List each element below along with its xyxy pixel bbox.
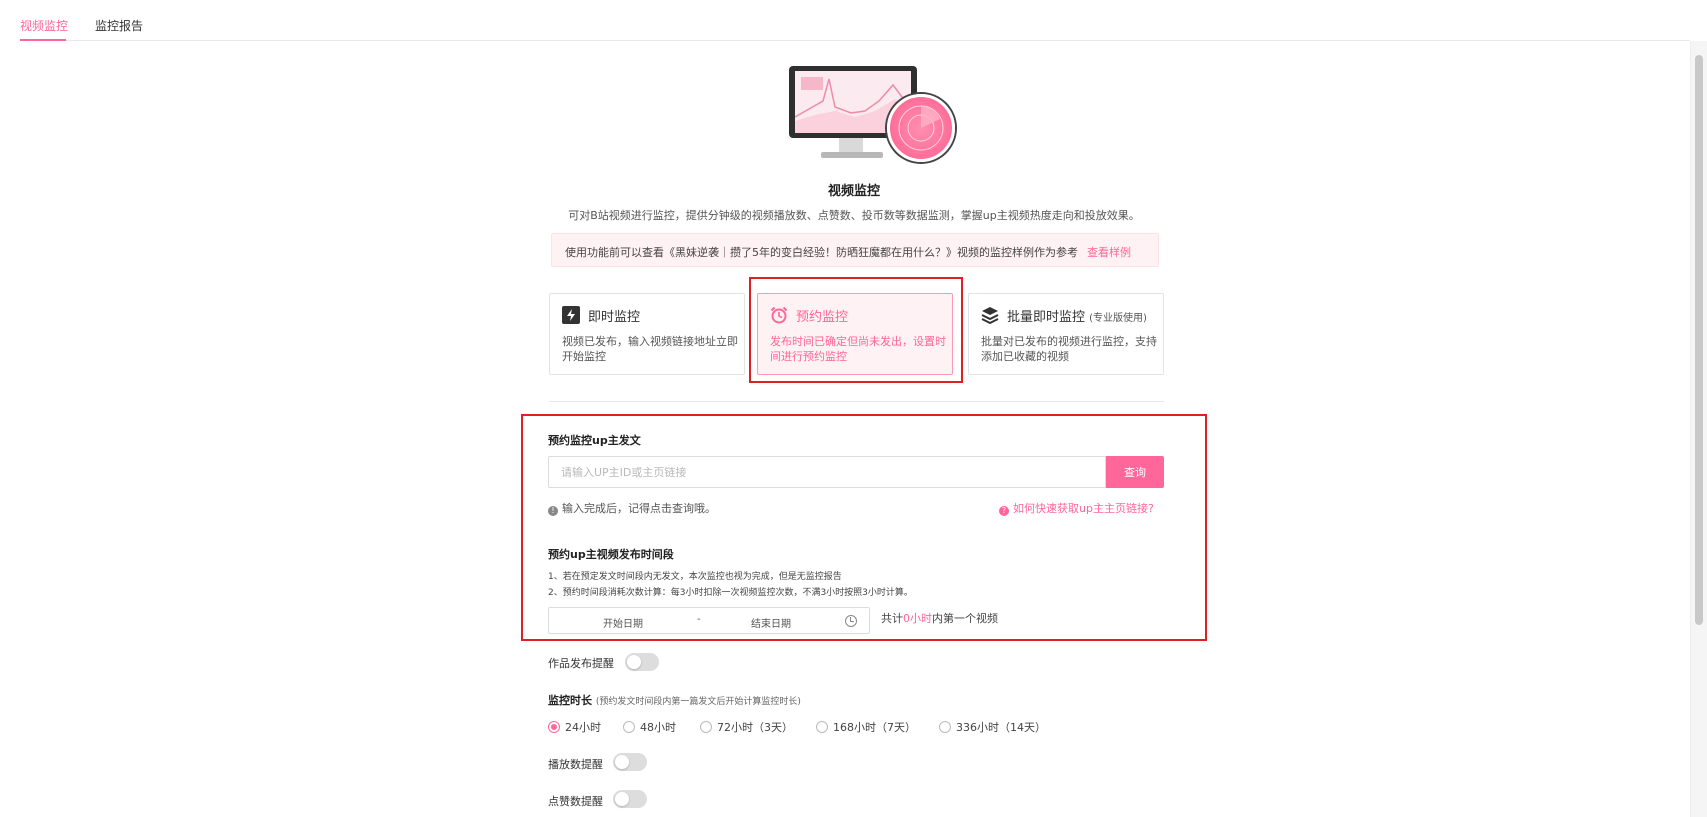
notice-text: 使用功能前可以查看《黑妹逆袭｜攒了5年的变白经验！防晒狂魔都在用什么？》视频的监… [565, 246, 1078, 259]
duration-note: (预约发文时间段内第一篇发文后开始计算监控时长) [595, 697, 801, 707]
start-date-field[interactable]: 开始日期 [603, 615, 643, 630]
mode-description: 批量对已发布的视频进行监控，支持添加已收藏的视频 [981, 335, 1157, 363]
page-description: 可对B站视频进行监控，提供分钟级的视频播放数、点赞数、投币数等数据监测，掌握up… [568, 209, 1140, 222]
time-section-title: 预约up主视频发布时间段 [548, 548, 674, 561]
up-section-title: 预约监控up主发文 [548, 434, 641, 447]
radio-icon [816, 721, 828, 733]
end-date-field[interactable]: 结束日期 [751, 615, 791, 630]
mode-description: 发布时间已确定但尚未发出，设置时间进行预约监控 [770, 335, 946, 363]
like-alert-toggle[interactable] [613, 790, 647, 808]
play-alert-label: 播放数提醒 [548, 758, 603, 771]
mode-card-scheduled[interactable]: 预约监控 发布时间已确定但尚未发出，设置时间进行预约监控 [757, 293, 953, 375]
rule-line-1: 1、若在预定发文时间段内无发文，本次监控也视为完成，但是无监控报告 [548, 572, 842, 582]
divider [549, 401, 1164, 402]
lightning-icon [562, 306, 580, 324]
mode-card-batch[interactable]: 批量即时监控 (专业版使用) 批量对已发布的视频进行监控，支持添加已收藏的视频 [968, 293, 1164, 375]
duration-option-336h[interactable]: 336小时（14天） [939, 719, 1046, 735]
tab-video-monitor[interactable]: 视频监控 [20, 17, 68, 34]
mode-description: 视频已发布，输入视频链接地址立即开始监控 [562, 335, 738, 363]
alarm-clock-icon [770, 306, 788, 324]
help-link-text: 如何快速获取up主主页链接? [1013, 502, 1154, 515]
view-sample-link[interactable]: 查看样例 [1087, 246, 1131, 259]
like-alert-label: 点赞数提醒 [548, 795, 603, 808]
question-icon: ? [999, 506, 1009, 516]
total-hours: 0小时 [903, 612, 932, 625]
duration-label: 监控时长 (预约发文时间段内第一篇发文后开始计算监控时长) [548, 694, 801, 707]
date-separator: - [697, 614, 701, 625]
hint-text: 输入完成后，记得点击查询哦。 [562, 502, 716, 515]
monitor-base [821, 152, 883, 158]
date-range-picker[interactable]: 开始日期 - 结束日期 [548, 607, 870, 634]
sample-notice: 使用功能前可以查看《黑妹逆袭｜攒了5年的变白经验！防晒狂魔都在用什么？》视频的监… [551, 233, 1159, 267]
radio-icon [939, 721, 951, 733]
publish-alert-toggle[interactable] [625, 653, 659, 671]
mode-card-instant[interactable]: 即时监控 视频已发布，输入视频链接地址立即开始监控 [549, 293, 745, 375]
info-icon: ! [548, 506, 558, 516]
top-tabs: 视频监控 监控报告 [20, 0, 1690, 41]
radio-icon [548, 721, 560, 733]
monitor-illustration [785, 64, 960, 166]
pro-tag: (专业版使用) [1089, 313, 1147, 324]
input-hint: ! 输入完成后，记得点击查询哦。 [548, 500, 716, 516]
radio-icon [700, 721, 712, 733]
total-duration-text: 共计0小时内第一个视频 [881, 612, 998, 625]
query-button[interactable]: 查询 [1106, 456, 1164, 488]
publish-alert-label: 作品发布提醒 [548, 657, 614, 670]
layers-icon [981, 307, 999, 324]
rule-line-2: 2、预约时间段消耗次数计算：每3小时扣除一次视频监控次数，不满3小时按照3小时计… [548, 588, 913, 598]
mode-title: 批量即时监控 (专业版使用) [1007, 310, 1147, 325]
page-title: 视频监控 [827, 184, 880, 199]
up-id-input-wrapper [548, 456, 1106, 488]
up-id-input[interactable] [549, 457, 1105, 487]
vertical-scrollbar[interactable] [1690, 41, 1707, 817]
duration-option-72h[interactable]: 72小时（3天） [700, 719, 793, 735]
play-alert-toggle[interactable] [613, 753, 647, 771]
duration-option-24h[interactable]: 24小时 [548, 719, 601, 735]
scrollbar-thumb[interactable] [1695, 55, 1703, 625]
tab-monitor-report[interactable]: 监控报告 [95, 17, 143, 34]
radio-icon [623, 721, 635, 733]
duration-option-48h[interactable]: 48小时 [623, 719, 676, 735]
help-link[interactable]: ? 如何快速获取up主主页链接? [999, 500, 1154, 516]
mode-title: 即时监控 [588, 310, 641, 325]
radar-icon [887, 94, 955, 162]
active-tab-indicator [20, 39, 66, 41]
mode-title: 预约监控 [796, 310, 849, 325]
clock-icon [845, 615, 857, 627]
duration-option-168h[interactable]: 168小时（7天） [816, 719, 916, 735]
